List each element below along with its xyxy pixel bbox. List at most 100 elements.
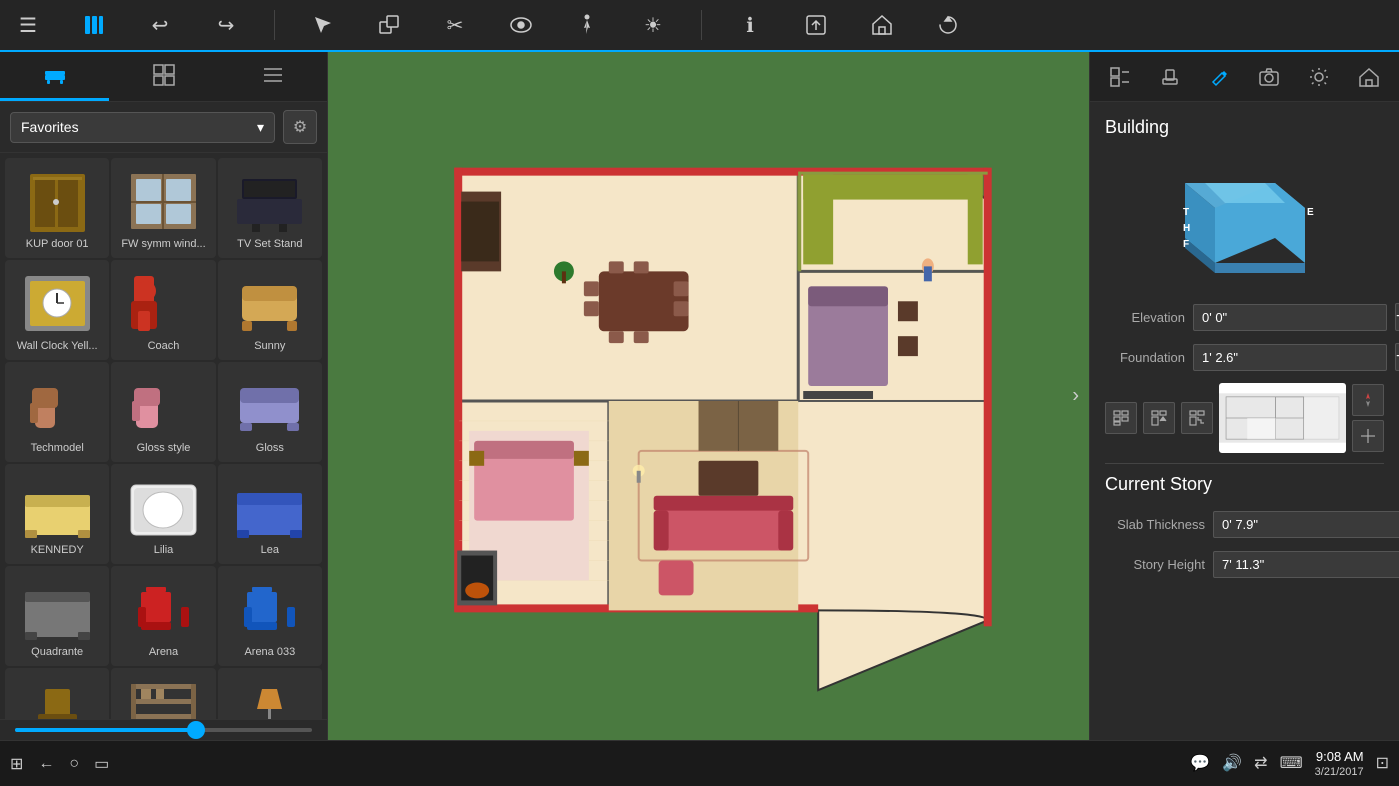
list-item[interactable]: Gloss xyxy=(218,362,322,462)
list-item[interactable]: FW symm wind... xyxy=(111,158,215,258)
foundation-minus-btn[interactable]: − xyxy=(1395,343,1399,371)
sound-taskbar-icon[interactable]: 🔊 xyxy=(1222,753,1242,773)
info-icon[interactable]: ℹ xyxy=(732,7,768,43)
sun-icon[interactable]: ☀ xyxy=(635,7,671,43)
design-tab[interactable] xyxy=(109,52,218,101)
refresh-icon[interactable] xyxy=(930,7,966,43)
undo-icon[interactable]: ↩ xyxy=(142,7,178,43)
list-item[interactable]: Wall Clock Yell... xyxy=(5,260,109,360)
list-item[interactable]: Coach xyxy=(111,260,215,360)
walk-icon[interactable] xyxy=(569,7,605,43)
item-label: Sunny xyxy=(254,340,285,353)
home-settings-rtab[interactable] xyxy=(1351,59,1387,95)
back-icon[interactable]: ← xyxy=(38,755,54,773)
list-item[interactable]: TV Set Stand xyxy=(218,158,322,258)
item-thumb-quadrante xyxy=(17,574,97,644)
taskbar-time: 9:08 AM xyxy=(1315,749,1364,766)
library-icon[interactable] xyxy=(76,7,112,43)
item-thumb-kup-door xyxy=(17,166,97,236)
scissors-icon[interactable]: ✂ xyxy=(437,7,473,43)
items-grid: KUP door 01 FW symm wind... xyxy=(0,153,327,719)
foundation-row: Foundation − + xyxy=(1105,343,1384,371)
compass-icon[interactable] xyxy=(1352,384,1384,416)
item-thumb-sunny xyxy=(230,268,310,338)
item-label: TV Set Stand xyxy=(237,238,302,251)
view-stairs-btn[interactable] xyxy=(1181,402,1213,434)
list-item[interactable]: KENNEDY xyxy=(5,464,109,564)
list-item[interactable] xyxy=(5,668,109,719)
item-thumb-arena xyxy=(123,574,203,644)
network-taskbar-icon[interactable]: ⇄ xyxy=(1254,753,1267,773)
eye-icon[interactable] xyxy=(503,7,539,43)
edit-rtab[interactable] xyxy=(1202,59,1238,95)
list-item[interactable]: Quadrante xyxy=(5,566,109,666)
list-item[interactable]: Sunny xyxy=(218,260,322,360)
story-height-input[interactable] xyxy=(1213,551,1399,578)
item-thumb-techmodel xyxy=(17,370,97,440)
duplicate-icon[interactable] xyxy=(371,7,407,43)
list-item[interactable]: Gloss style xyxy=(111,362,215,462)
story-height-row: Story Height − + xyxy=(1105,550,1384,578)
right-panel-tabs xyxy=(1090,52,1399,102)
export-icon[interactable] xyxy=(798,7,834,43)
item-label: FW symm wind... xyxy=(121,238,205,251)
stamp-rtab[interactable] xyxy=(1152,59,1188,95)
sun-settings-rtab[interactable] xyxy=(1301,59,1337,95)
list-item[interactable]: Arena 033 xyxy=(218,566,322,666)
foundation-label: Foundation xyxy=(1105,350,1185,365)
favorites-dropdown[interactable]: Favorites ▾ xyxy=(10,112,275,143)
select-icon[interactable] xyxy=(305,7,341,43)
svg-text:F: F xyxy=(1183,239,1189,250)
tablet-icon[interactable]: ▭ xyxy=(94,754,109,774)
item-label: Lea xyxy=(261,544,279,557)
camera-rtab[interactable] xyxy=(1251,59,1287,95)
expand-taskbar-icon[interactable]: ⊡ xyxy=(1376,753,1389,773)
notification-taskbar-icon[interactable]: 💬 xyxy=(1190,753,1210,773)
taskbar-clock: 9:08 AM 3/21/2017 xyxy=(1315,749,1364,778)
menu-icon[interactable]: ☰ xyxy=(10,7,46,43)
taskbar-date: 3/21/2017 xyxy=(1315,766,1364,778)
list-item[interactable]: KUP door 01 xyxy=(5,158,109,258)
list-item[interactable]: Techmodel xyxy=(5,362,109,462)
expand-canvas-arrow[interactable]: › xyxy=(1072,385,1079,408)
sep2 xyxy=(701,10,702,40)
taskbar: ⊞ ← ○ ▭ 💬 🔊 ⇄ ⌨ 9:08 AM 3/21/2017 ⊡ xyxy=(0,740,1399,786)
elevation-minus-btn[interactable]: − xyxy=(1395,303,1399,331)
slab-thickness-row: Slab Thickness − + xyxy=(1105,510,1384,538)
list-tab[interactable] xyxy=(218,52,327,101)
item-thumb-fw-wind xyxy=(123,166,203,236)
list-item[interactable]: Lilia xyxy=(111,464,215,564)
item-label: Lilia xyxy=(154,544,174,557)
list-item[interactable] xyxy=(111,668,215,719)
view-up-btn[interactable] xyxy=(1143,402,1175,434)
home-top-icon[interactable] xyxy=(864,7,900,43)
building-title: Building xyxy=(1105,117,1384,138)
item-thumb-lilia xyxy=(123,472,203,542)
list-item[interactable]: Arena xyxy=(111,566,215,666)
item-thumb-lamp xyxy=(230,676,310,719)
left-panel: Favorites ▾ ⚙ KUP door 01 xyxy=(0,52,328,740)
home-taskbar-icon[interactable]: ○ xyxy=(69,755,79,773)
list-item[interactable]: Lea xyxy=(218,464,322,564)
size-slider-thumb[interactable] xyxy=(187,721,205,739)
elevation-input[interactable] xyxy=(1193,304,1387,331)
slab-thickness-input[interactable] xyxy=(1213,511,1399,538)
main-area: Favorites ▾ ⚙ KUP door 01 xyxy=(0,52,1399,740)
current-story-section: Current Story Slab Thickness − + Story H… xyxy=(1105,474,1384,578)
furniture-tab[interactable] xyxy=(0,52,109,101)
item-thumb-shelf xyxy=(123,676,203,719)
right-content: Building xyxy=(1090,102,1399,740)
view-grid-btn[interactable] xyxy=(1105,402,1137,434)
item-label: KUP door 01 xyxy=(26,238,89,251)
center-canvas[interactable]: › xyxy=(328,52,1089,740)
keyboard-taskbar-icon[interactable]: ⌨ xyxy=(1280,753,1303,773)
foundation-input[interactable] xyxy=(1193,344,1387,371)
redo-icon[interactable]: ↪ xyxy=(208,7,244,43)
svg-text:E: E xyxy=(1307,207,1314,218)
windows-start-icon[interactable]: ⊞ xyxy=(10,754,23,774)
list-item[interactable] xyxy=(218,668,322,719)
select-rtab[interactable] xyxy=(1102,59,1138,95)
settings-button[interactable]: ⚙ xyxy=(283,110,317,144)
zoom-icon[interactable] xyxy=(1352,420,1384,452)
item-thumb-lea xyxy=(230,472,310,542)
